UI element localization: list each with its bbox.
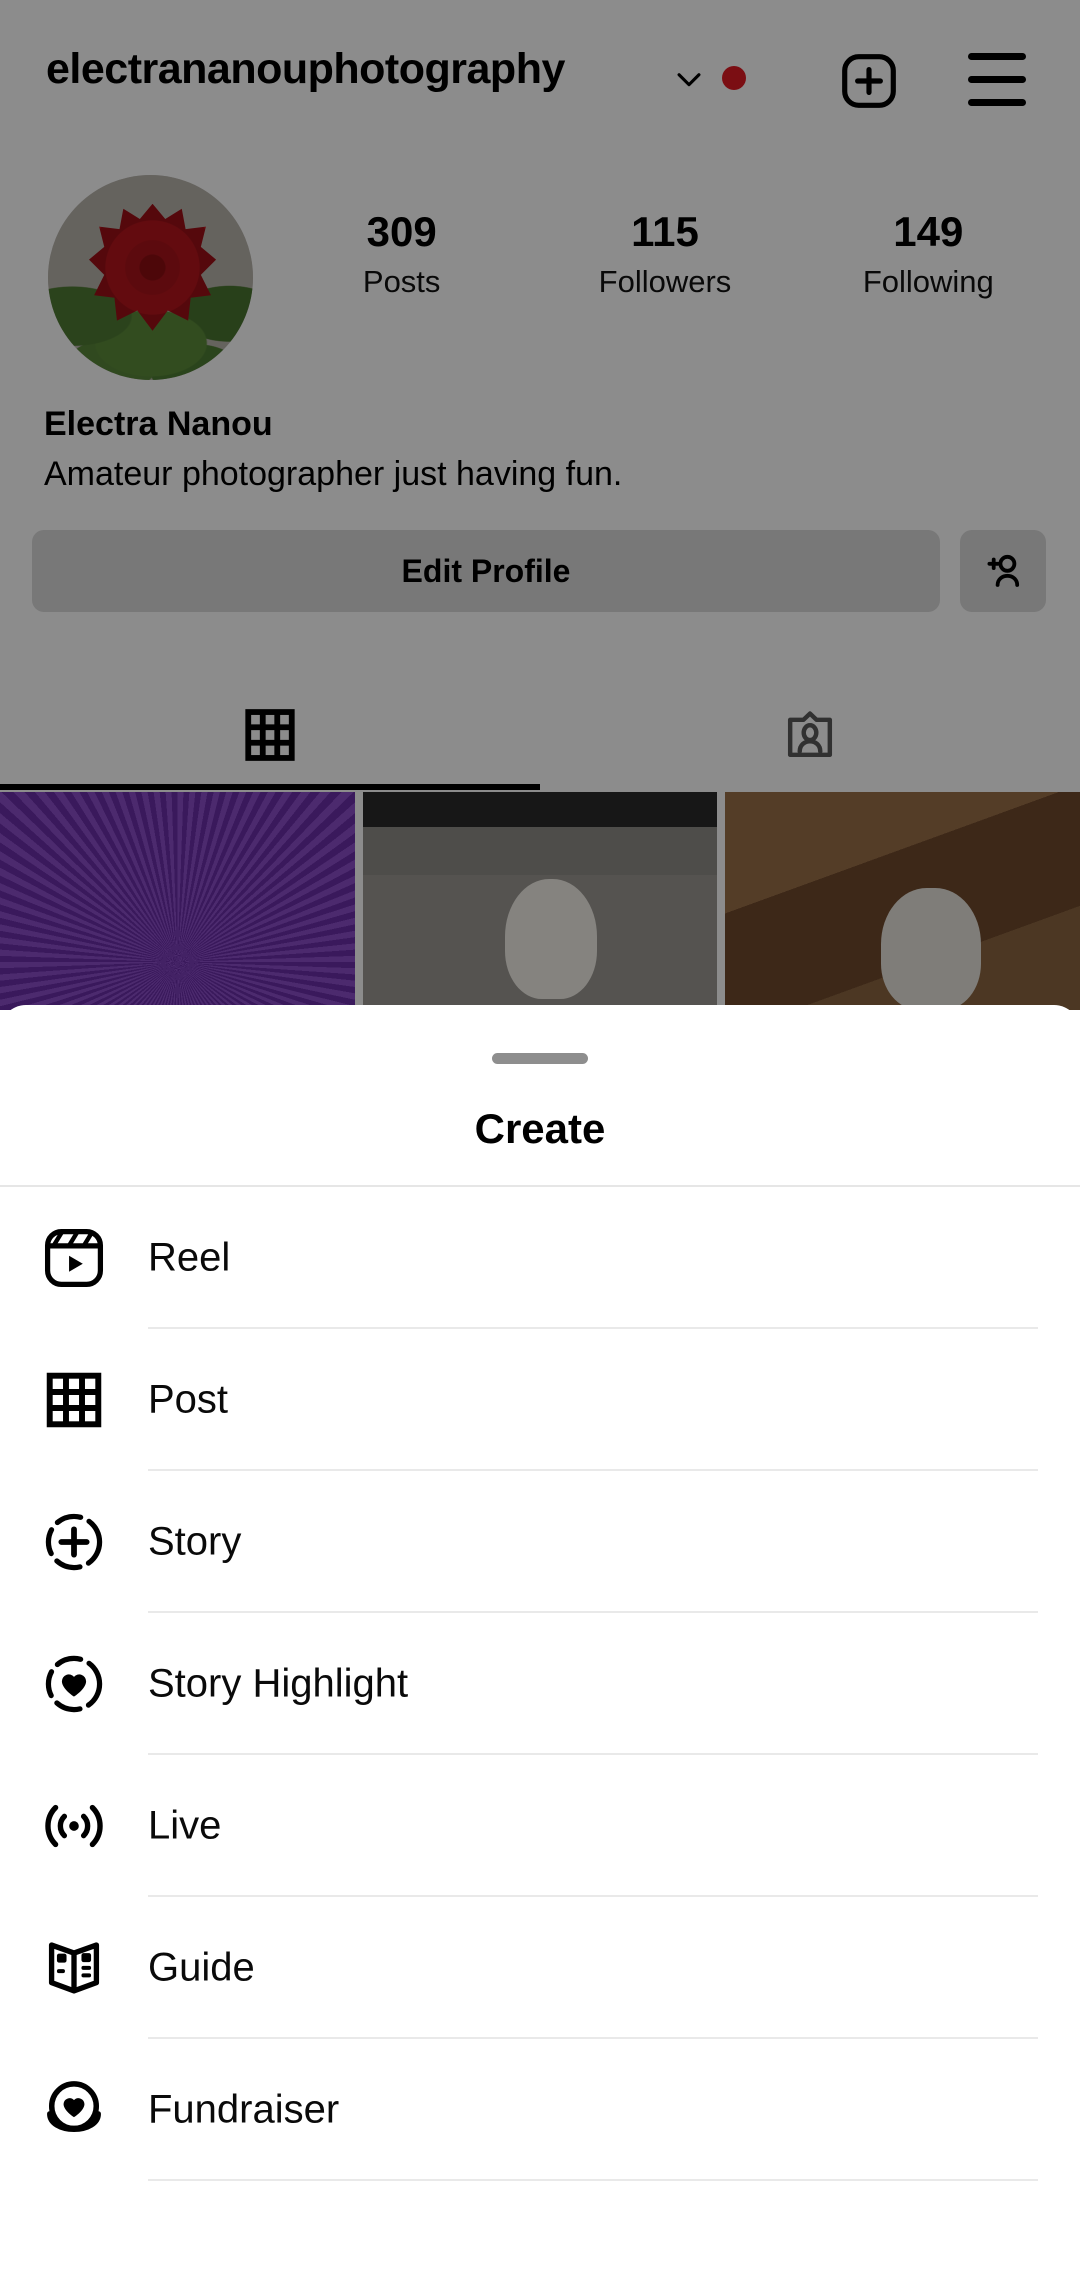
- divider: [148, 2179, 1038, 2181]
- create-option-label: Story Highlight: [148, 1661, 409, 1706]
- notification-dot: [722, 66, 746, 90]
- create-option-live[interactable]: Live: [0, 1755, 1080, 1897]
- create-option-story-highlight[interactable]: Story Highlight: [0, 1613, 1080, 1755]
- stat-label: Following: [862, 264, 994, 300]
- stat-followers[interactable]: 115 Followers: [533, 208, 796, 300]
- create-options-list: Reel Post Story Story Highlight Live Gui…: [0, 1187, 1080, 2181]
- profile-display-name: Electra Nanou: [44, 405, 273, 443]
- app-screen: electrananouphotography 309 Posts 115 Fo…: [0, 0, 1080, 2280]
- create-option-fundraiser[interactable]: Fundraiser: [0, 2039, 1080, 2181]
- profile-tabs: [0, 680, 1080, 790]
- create-option-post[interactable]: Post: [0, 1329, 1080, 1471]
- sidebar-item-tagged-tab[interactable]: [540, 680, 1080, 790]
- fundraiser-heart-coin-icon: [38, 2074, 110, 2146]
- create-option-label: Fundraiser: [148, 2087, 340, 2132]
- chevron-down-icon[interactable]: [672, 62, 706, 96]
- new-post-icon[interactable]: [838, 50, 900, 112]
- grid-icon: [245, 709, 295, 761]
- create-option-label: Story: [148, 1519, 242, 1564]
- add-person-icon: [987, 554, 1020, 587]
- stat-count: 115: [631, 208, 699, 255]
- stat-posts[interactable]: 309 Posts: [270, 208, 533, 300]
- tagged-person-icon: [787, 711, 833, 758]
- create-option-label: Guide: [148, 1945, 255, 1990]
- grid-post-3[interactable]: [725, 792, 1080, 1010]
- profile-background: electrananouphotography 309 Posts 115 Fo…: [0, 0, 1080, 1010]
- avatar[interactable]: [48, 175, 253, 380]
- story-add-icon: [38, 1506, 110, 1578]
- grid-post-2[interactable]: [362, 792, 718, 1010]
- create-option-reel[interactable]: Reel: [0, 1187, 1080, 1329]
- stat-label: Followers: [598, 264, 732, 300]
- edit-profile-button[interactable]: Edit Profile: [32, 530, 940, 612]
- menu-icon[interactable]: [968, 53, 1026, 109]
- grid-post-1[interactable]: [0, 792, 355, 1010]
- reel-icon: [38, 1222, 110, 1294]
- live-broadcast-icon: [38, 1790, 110, 1862]
- story-highlight-heart-icon: [38, 1648, 110, 1720]
- create-option-story[interactable]: Story: [0, 1471, 1080, 1613]
- stat-following[interactable]: 149 Following: [797, 208, 1060, 300]
- profile-header: electrananouphotography: [0, 0, 1080, 145]
- profile-stats: 309 Posts 115 Followers 149 Following: [270, 208, 1060, 300]
- sheet-title: Create: [474, 1105, 606, 1152]
- profile-username[interactable]: electrananouphotography: [46, 45, 565, 94]
- stat-count: 149: [893, 208, 964, 255]
- stat-count: 309: [366, 208, 437, 255]
- create-option-guide[interactable]: Guide: [0, 1897, 1080, 2039]
- sidebar-item-grid-tab[interactable]: [0, 680, 540, 790]
- post-grid: [0, 792, 1080, 1010]
- grid-icon: [38, 1364, 110, 1436]
- create-option-label: Reel: [148, 1235, 231, 1280]
- create-bottom-sheet: Create Reel Post Story Story Highlight L…: [0, 1005, 1080, 2280]
- create-option-label: Live: [148, 1803, 222, 1848]
- active-tab-underline: [0, 784, 540, 790]
- profile-bio: Amateur photographer just having fun.: [44, 455, 623, 493]
- add-person-button[interactable]: [960, 530, 1046, 612]
- drag-handle[interactable]: [492, 1053, 588, 1064]
- guide-book-icon: [38, 1932, 110, 2004]
- create-option-label: Post: [148, 1377, 229, 1422]
- stat-label: Posts: [362, 264, 441, 300]
